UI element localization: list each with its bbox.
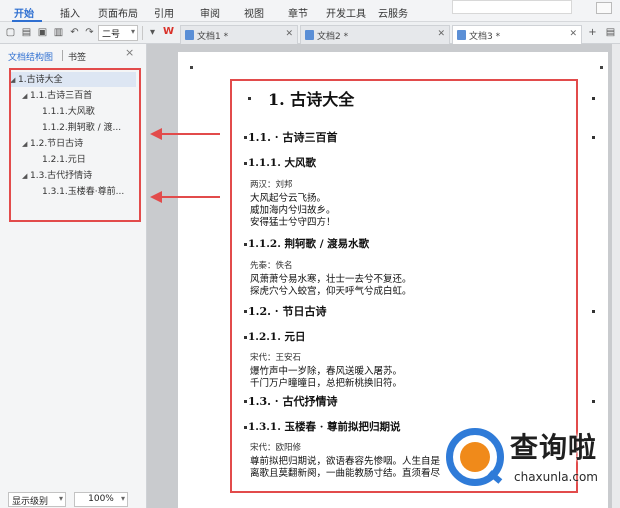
menu-review[interactable]: 审阅 (200, 5, 220, 20)
nav-pane-footer: 显示级别 ▾ 100% ▾ (0, 490, 147, 508)
vertical-scrollbar[interactable] (612, 44, 620, 508)
paragraph-mark (592, 97, 595, 100)
print-icon[interactable]: ▥ (52, 26, 65, 39)
annotation-arrow-line (160, 196, 220, 198)
menu-view[interactable]: 视图 (244, 5, 264, 20)
nav-pane-tabs: 文档结构图 书签 × (0, 44, 147, 66)
menu-developer[interactable]: 开发工具 (326, 5, 366, 20)
menu-home[interactable]: 开始 (14, 5, 34, 20)
paragraph-mark (592, 310, 595, 313)
arrow-left-icon (150, 191, 162, 203)
watermark-title: 查询啦 (510, 431, 598, 464)
toolbar-divider (142, 26, 143, 40)
tab-divider (62, 50, 63, 61)
highlight-box-outline (9, 68, 141, 222)
watermark-logo-center (460, 442, 490, 472)
font-size-value: 二号 (102, 30, 121, 40)
window-control-icon[interactable] (596, 2, 612, 14)
wps-writer-logo-icon: W (163, 26, 175, 37)
close-icon[interactable]: × (125, 46, 134, 59)
menu-section[interactable]: 章节 (288, 5, 308, 20)
menu-insert[interactable]: 插入 (60, 5, 80, 20)
tab-bookmarks[interactable]: 书签 (68, 50, 86, 63)
tab-label: 文档3 * (469, 32, 501, 42)
menu-page-layout[interactable]: 页面布局 (98, 5, 138, 20)
close-icon[interactable]: ✕ (569, 29, 577, 39)
menu-references[interactable]: 引用 (154, 5, 174, 20)
tab-document-1[interactable]: 文档1 * ✕ (180, 25, 298, 44)
tab-menu-icon[interactable]: ▤ (604, 26, 617, 39)
open-folder-icon[interactable]: ▤ (20, 26, 33, 39)
document-icon (185, 30, 194, 40)
chevron-down-icon: ▾ (58, 494, 63, 503)
arrow-left-icon (150, 128, 162, 140)
watermark-url: chaxunla.com (514, 470, 598, 484)
chevron-down-icon: ▾ (130, 27, 135, 36)
tab-document-2[interactable]: 文档2 * ✕ (300, 25, 450, 44)
tabs-dropdown-icon[interactable]: ▾ (146, 26, 159, 39)
ribbon-menu-bar: 开始 插入 页面布局 引用 审阅 视图 章节 开发工具 云服务 (0, 0, 620, 22)
chevron-down-icon: ▾ (120, 494, 125, 503)
tab-document-3[interactable]: 文档3 * ✕ (452, 25, 582, 44)
save-icon[interactable]: ▣ (36, 26, 49, 39)
annotation-arrow-line (160, 133, 220, 135)
display-level-select[interactable]: 显示级别 ▾ (8, 492, 66, 507)
zoom-select[interactable]: 100% ▾ (74, 492, 128, 507)
quick-toolbar: ▢ ▤ ▣ ▥ ↶ ↷ 二号 ▾ ▾ W 文档1 * ✕ 文档2 * ✕ 文档3… (0, 22, 620, 44)
undo-icon[interactable]: ↶ (68, 26, 81, 39)
paragraph-mark (592, 136, 595, 139)
page-margin-mark (600, 66, 603, 69)
document-icon (457, 30, 466, 40)
menu-cloud[interactable]: 云服务 (378, 5, 408, 20)
tab-document-map[interactable]: 文档结构图 (8, 50, 53, 63)
title-area (452, 0, 572, 14)
paragraph-mark (592, 400, 595, 403)
new-tab-plus-icon[interactable]: + (586, 26, 599, 39)
tab-label: 文档1 * (197, 32, 229, 42)
close-icon[interactable]: ✕ (285, 29, 293, 39)
tab-label: 文档2 * (317, 32, 349, 42)
font-size-select[interactable]: 二号 ▾ (98, 25, 138, 41)
new-doc-icon[interactable]: ▢ (4, 26, 17, 39)
close-icon[interactable]: ✕ (437, 29, 445, 39)
redo-icon[interactable]: ↷ (83, 26, 96, 39)
page-margin-mark (190, 66, 193, 69)
document-icon (305, 30, 314, 40)
